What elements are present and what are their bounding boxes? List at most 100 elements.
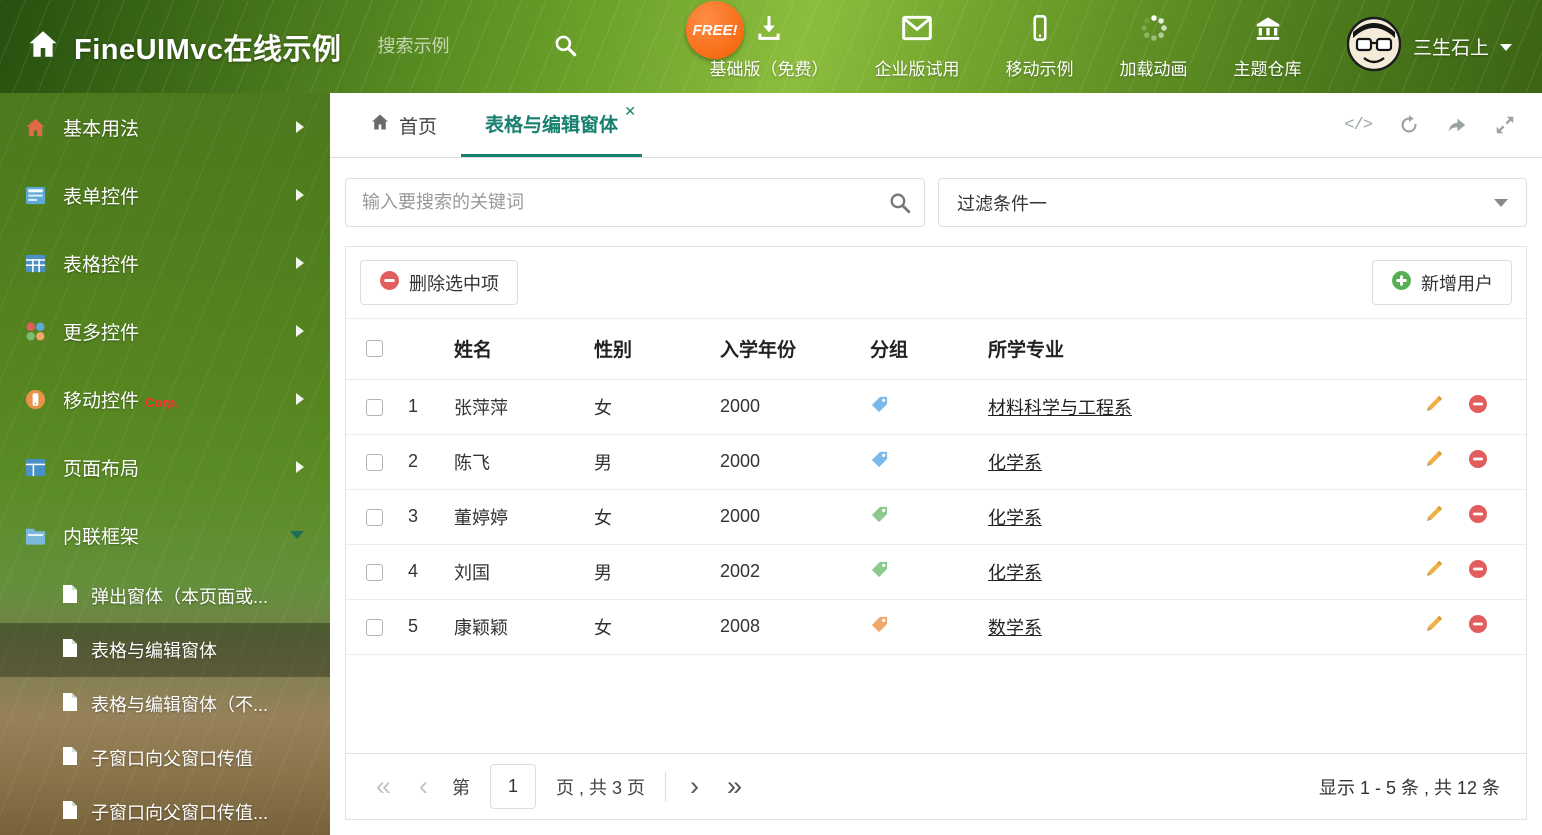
delete-icon[interactable]	[1468, 394, 1488, 414]
major-link[interactable]: 数学系	[988, 618, 1042, 638]
sidebar-item-basic-usage[interactable]: 基本用法	[0, 93, 330, 161]
edit-icon[interactable]	[1424, 504, 1444, 524]
select-all-checkbox[interactable]	[365, 340, 383, 358]
cell-year: 2000	[714, 434, 864, 490]
edit-icon[interactable]	[1424, 449, 1444, 469]
table-row: 4 刘国 男 2002 化学系	[346, 544, 1526, 600]
sidebar-item-grid-controls[interactable]: 表格控件	[0, 229, 330, 297]
tab-home[interactable]: 首页	[346, 93, 461, 157]
sidebar-item-form-controls[interactable]: 表单控件	[0, 161, 330, 229]
filter-dropdown[interactable]: 过滤条件一	[938, 178, 1527, 227]
major-link[interactable]: 化学系	[988, 508, 1042, 528]
column-actions	[1408, 319, 1526, 380]
keyword-search-input[interactable]	[345, 178, 925, 227]
edit-icon[interactable]	[1424, 559, 1444, 579]
tab-label: 表格与编辑窗体	[485, 115, 619, 136]
close-icon[interactable]: ✕	[624, 103, 636, 120]
refresh-icon[interactable]	[1398, 114, 1420, 136]
edit-icon[interactable]	[1424, 394, 1444, 414]
sidebar-subitem-child-to-parent[interactable]: 子窗口向父窗口传值	[0, 731, 330, 785]
nav-basic-free[interactable]: 基础版（免费）	[710, 13, 829, 80]
page-prefix-label: 第	[452, 777, 471, 798]
table-row: 5 康颖颖 女 2008 数学系	[346, 599, 1526, 655]
delete-icon[interactable]	[1468, 559, 1488, 579]
sidebar-item-label: 基本用法	[63, 118, 140, 140]
tag-icon	[870, 616, 889, 638]
sidebar-subitem-grid-edit-window-2[interactable]: 表格与编辑窗体（不...	[0, 677, 330, 731]
sidebar-item-page-layout[interactable]: 页面布局	[0, 433, 330, 501]
header: FineUIMvc在线示例 FREE! 基础版（免费） 企业版试用	[0, 0, 1542, 93]
cell-gender: 男	[588, 544, 714, 600]
code-icon[interactable]: </>	[1344, 116, 1373, 135]
search-icon[interactable]	[552, 32, 578, 63]
user-menu[interactable]: 三生石上	[1346, 16, 1542, 77]
add-user-button[interactable]: 新增用户	[1372, 260, 1512, 305]
row-checkbox[interactable]	[365, 618, 383, 636]
file-icon	[62, 638, 78, 663]
cell-gender: 男	[588, 434, 714, 490]
nav-label: 企业版试用	[874, 60, 960, 79]
sidebar-item-more-controls[interactable]: 更多控件	[0, 297, 330, 365]
column-index	[402, 319, 448, 380]
cell-gender: 女	[588, 379, 714, 435]
prev-page-button[interactable]: ‹	[415, 773, 432, 800]
layout-icon	[24, 456, 47, 479]
header-search	[377, 35, 578, 57]
chevron-right-icon	[296, 325, 304, 337]
file-icon	[62, 746, 78, 771]
sidebar-item-mobile-controls[interactable]: 移动控件 Corp.	[0, 365, 330, 433]
home-icon	[370, 112, 390, 138]
first-page-button[interactable]: «	[372, 773, 395, 800]
row-checkbox[interactable]	[365, 563, 383, 581]
app: FineUIMvc在线示例 FREE! 基础版（免费） 企业版试用	[0, 0, 1542, 835]
last-page-button[interactable]: »	[723, 773, 746, 800]
tab-bar: 首页 表格与编辑窗体 ✕ </>	[330, 93, 1542, 158]
major-link[interactable]: 化学系	[988, 563, 1042, 583]
major-link[interactable]: 化学系	[988, 453, 1042, 473]
page-suffix-label: 页 , 共 3 页	[556, 777, 646, 798]
nav-mobile-demo[interactable]: 移动示例	[1006, 13, 1074, 80]
column-name: 姓名	[448, 319, 588, 380]
username: 三生石上	[1412, 38, 1489, 59]
sidebar-item-iframe[interactable]: 内联框架	[0, 501, 330, 569]
file-icon	[62, 800, 78, 825]
nav-theme-repo[interactable]: 主题仓库	[1234, 13, 1302, 80]
share-icon[interactable]	[1446, 114, 1468, 136]
filter-selected-value: 过滤条件一	[957, 193, 1047, 214]
delete-icon[interactable]	[1468, 504, 1488, 524]
row-checkbox[interactable]	[365, 398, 383, 416]
cell-year: 2000	[714, 489, 864, 545]
home-icon	[24, 116, 47, 139]
row-checkbox[interactable]	[365, 508, 383, 526]
avatar	[1346, 16, 1402, 77]
form-icon	[24, 184, 47, 207]
nav-loading-animation[interactable]: 加载动画	[1120, 13, 1188, 80]
next-page-button[interactable]: ›	[686, 773, 703, 800]
delete-icon[interactable]	[1468, 614, 1488, 634]
page-number-input[interactable]	[490, 764, 537, 809]
sidebar-subitem-grid-edit-window[interactable]: 表格与编辑窗体	[0, 623, 330, 677]
sidebar-subitem-popup-window[interactable]: 弹出窗体（本页面或...	[0, 569, 330, 623]
delete-icon[interactable]	[1468, 449, 1488, 469]
sidebar-subitem-child-to-parent-2[interactable]: 子窗口向父窗口传值...	[0, 785, 330, 835]
sidebar-item-label: 更多控件	[63, 322, 140, 344]
row-checkbox[interactable]	[365, 453, 383, 471]
row-index: 5	[402, 599, 448, 655]
column-year: 入学年份	[714, 319, 864, 380]
delete-selected-button[interactable]: 删除选中项	[360, 260, 518, 305]
nav-enterprise-trial[interactable]: 企业版试用	[875, 13, 960, 80]
widgets-icon	[24, 320, 47, 343]
expand-icon[interactable]	[1494, 114, 1516, 136]
brand[interactable]: FineUIMvc在线示例	[0, 26, 342, 68]
edit-icon[interactable]	[1424, 614, 1444, 634]
header-search-input[interactable]	[377, 36, 548, 57]
grid-toolbar: 删除选中项 新增用户	[346, 247, 1526, 319]
spinner-icon	[1139, 13, 1169, 48]
tag-icon	[870, 451, 889, 473]
keyword-search	[345, 178, 925, 227]
tab-grid-edit-window[interactable]: 表格与编辑窗体 ✕	[461, 93, 643, 157]
major-link[interactable]: 材料科学与工程系	[988, 398, 1132, 418]
cell-year: 2002	[714, 544, 864, 600]
column-major: 所学专业	[982, 319, 1408, 380]
search-icon[interactable]	[887, 190, 912, 220]
